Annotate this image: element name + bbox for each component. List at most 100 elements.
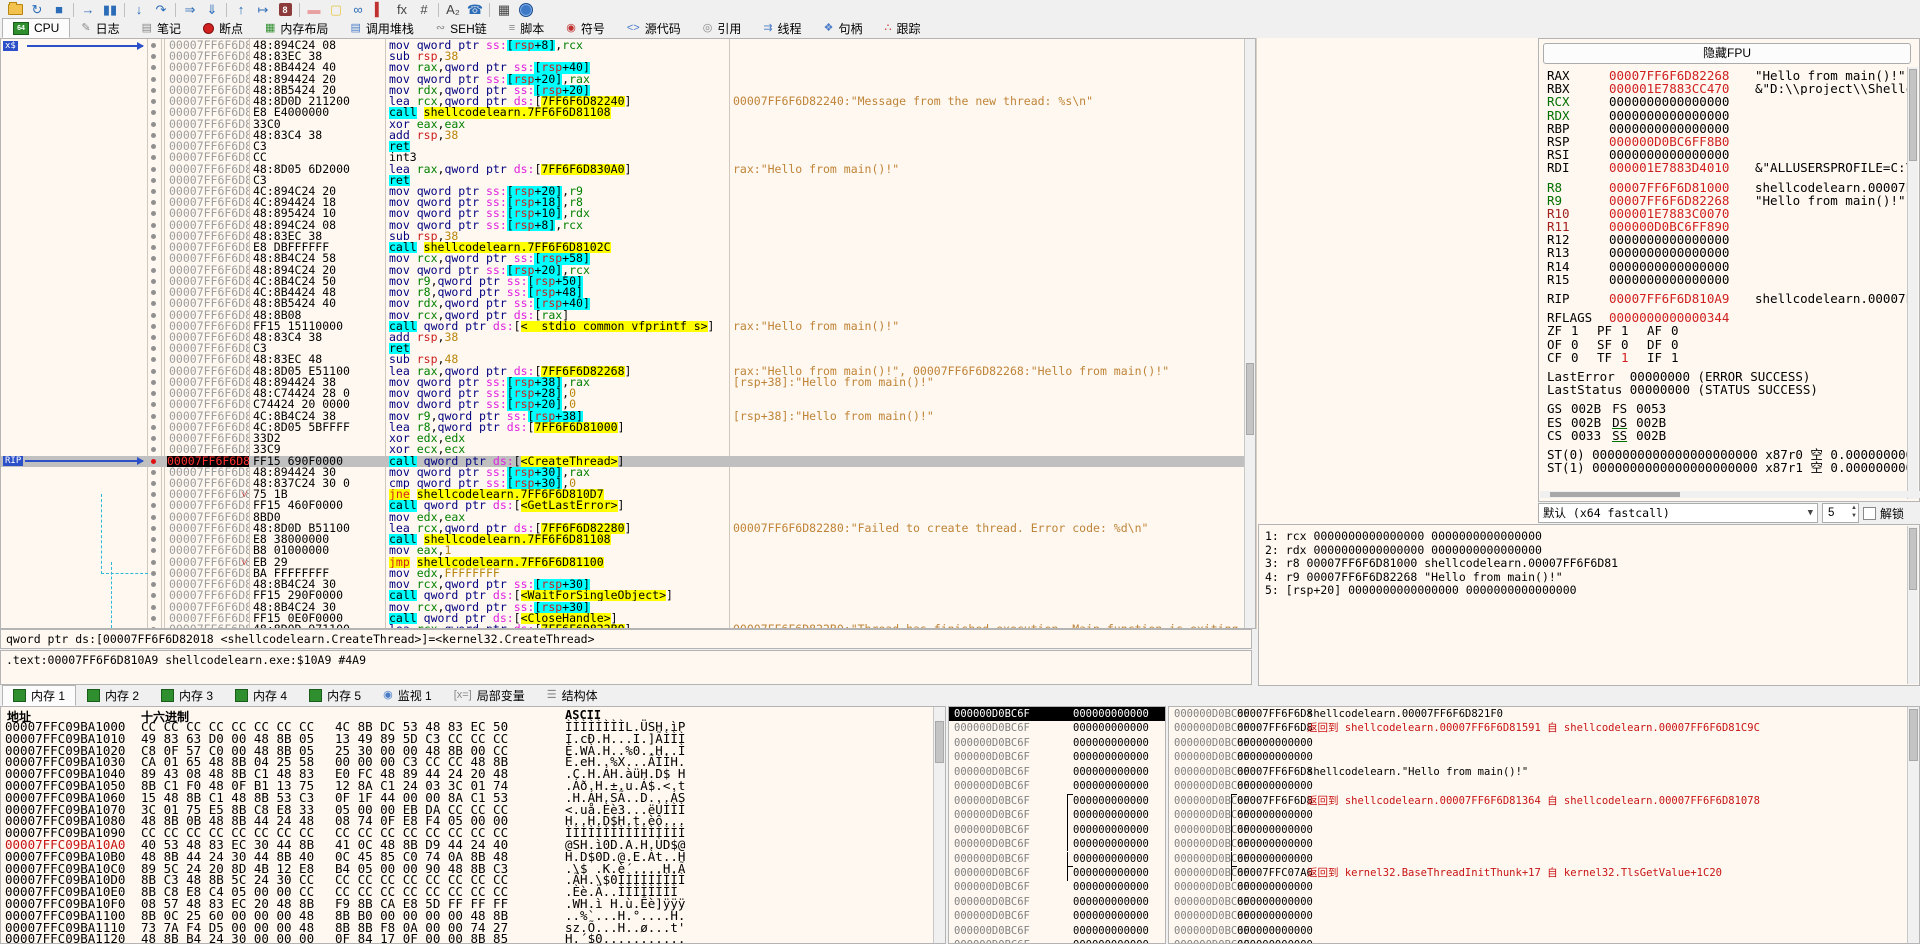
register-row[interactable]: RFLAGS0000000000000344 bbox=[1547, 311, 1907, 324]
register-row[interactable]: R120000000000000000 bbox=[1547, 233, 1907, 246]
instruction-dot-icon[interactable] bbox=[151, 380, 156, 385]
instruction-dot-icon[interactable] bbox=[151, 110, 156, 115]
register-row[interactable]: R140000000000000000 bbox=[1547, 260, 1907, 273]
disasm-row[interactable]: 00007FF6F6D8FF15 15110000call qword ptr … bbox=[1, 321, 1247, 332]
functions-icon[interactable]: fx bbox=[391, 1, 413, 18]
stack-row[interactable]: 000000D0BC6F000000000000 bbox=[1169, 880, 1919, 894]
attach-icon[interactable]: ∞ bbox=[347, 1, 369, 18]
stack-row[interactable]: 000000D0BC6F000000000000 bbox=[949, 823, 1165, 837]
stack-row[interactable]: 000000D0BC6F000000000000 bbox=[1169, 938, 1919, 944]
memory-dump-pane[interactable]: 地址十六进制ASCII00007FFC09BA1000CC CC CC CC C… bbox=[0, 706, 946, 944]
stack-row[interactable]: 000000D0BC6F000000000000 bbox=[1169, 909, 1919, 923]
instruction-dot-icon[interactable] bbox=[151, 65, 156, 70]
disasm-row[interactable]: 00007FF6F6D848:894C24 20mov qword ptr ss… bbox=[1, 265, 1247, 276]
disasm-row[interactable]: 00007FF6F6D88BD0mov edx,eax bbox=[1, 512, 1247, 523]
disasm-row[interactable]: 00007FF6F6D848:83EC 38sub rsp,38 bbox=[1, 51, 1247, 62]
argument-row[interactable]: 5: [rsp+20] 0000000000000000 00000000000… bbox=[1265, 584, 1577, 598]
argument-row[interactable]: 3: r8 00007FF6F6D81000 shellcodelearn.00… bbox=[1265, 557, 1618, 571]
stack-row[interactable]: 000000D0BC6F000000000000 bbox=[1169, 895, 1919, 909]
instruction-dot-icon[interactable] bbox=[151, 616, 156, 621]
step-over-icon[interactable]: ↷ bbox=[150, 1, 172, 18]
disasm-row[interactable]: 00007FF6F6D848:894424 20mov qword ptr ss… bbox=[1, 74, 1247, 85]
disasm-row[interactable]: 00007FF6F6D84C:8D05 5BFFFFlea r8,qword p… bbox=[1, 422, 1247, 433]
stack-row[interactable]: 000000D0BC6F000000000000 bbox=[949, 938, 1165, 944]
bottom-tab-内存 2[interactable]: 内存 2 bbox=[76, 685, 150, 706]
stack-row[interactable]: 000000D0BC6F000000000000 bbox=[949, 721, 1165, 735]
step-into-icon[interactable]: ↓ bbox=[128, 1, 150, 18]
instruction-dot-icon[interactable] bbox=[151, 503, 156, 508]
instruction-dot-icon[interactable] bbox=[151, 234, 156, 239]
instruction-dot-icon[interactable] bbox=[151, 211, 156, 216]
disasm-row[interactable]: 00007FF6F6D833C9xor ecx,ecx bbox=[1, 444, 1247, 455]
instruction-dot-icon[interactable] bbox=[151, 391, 156, 396]
stack-row[interactable]: 000000D0BC6F000000000000 bbox=[1169, 779, 1919, 793]
disasm-row[interactable]: 00007FF6F6D848:8B4C24 30mov rcx,qword pt… bbox=[1, 579, 1247, 590]
disasm-row[interactable]: 00007FF6F6D848:894C24 08mov qword ptr ss… bbox=[1, 220, 1247, 231]
instruction-dot-icon[interactable] bbox=[151, 313, 156, 318]
disasm-row[interactable]: 00007FF6F6D8C74424 20 0000mov dword ptr … bbox=[1, 399, 1247, 410]
patches-icon[interactable]: ▬ bbox=[303, 1, 325, 18]
disasm-row[interactable]: 00007FF6F6D848:83C4 38add rsp,38 bbox=[1, 332, 1247, 343]
register-row[interactable]: R800007FF6F6D81000shellcodelearn.00007FF… bbox=[1547, 181, 1907, 194]
instruction-dot-icon[interactable] bbox=[151, 335, 156, 340]
stack-row[interactable]: 000000D0BC6F000000000000 bbox=[949, 707, 1165, 721]
arguments-scrollbar[interactable] bbox=[1907, 526, 1918, 684]
instruction-dot-icon[interactable] bbox=[151, 436, 156, 441]
instruction-dot-icon[interactable] bbox=[151, 324, 156, 329]
register-row[interactable]: LastStatus 00000000 (STATUS_SUCCESS) bbox=[1547, 383, 1907, 396]
stack-row[interactable]: 000000D0BC6F000000000000 bbox=[1169, 837, 1919, 851]
bottom-tab-内存 1[interactable]: 内存 1 bbox=[2, 685, 76, 706]
disasm-row[interactable]: 00007FF6F6D8E8 E4000000call shellcodelea… bbox=[1, 107, 1247, 118]
trace-record-icon[interactable]: 8 bbox=[274, 1, 296, 18]
instruction-dot-icon[interactable] bbox=[151, 77, 156, 82]
disasm-row[interactable]: 00007FF6F6D8FF15 0E0F0000call qword ptr … bbox=[1, 613, 1247, 624]
instruction-dot-icon[interactable] bbox=[151, 560, 156, 565]
instruction-dot-icon[interactable] bbox=[151, 279, 156, 284]
instruction-dot-icon[interactable] bbox=[151, 54, 156, 59]
register-row[interactable]: ES002B DS002B bbox=[1547, 416, 1907, 429]
register-row[interactable]: ZF1PF1AF0 bbox=[1547, 324, 1907, 337]
instruction-dot-icon[interactable] bbox=[151, 369, 156, 374]
instruction-dot-icon[interactable] bbox=[151, 605, 156, 610]
instruction-dot-icon[interactable] bbox=[151, 481, 156, 486]
tab-调用堆栈[interactable]: ▤调用堆栈 bbox=[339, 18, 424, 38]
run-icon[interactable]: → bbox=[77, 1, 99, 18]
stack-row[interactable]: 000000D0BC6F00007FF6F6D8shellcodelearn.0… bbox=[1169, 707, 1919, 721]
bottom-tab-内存 5[interactable]: 内存 5 bbox=[298, 685, 372, 706]
disasm-row[interactable]: 00007FF6F6D848:8B4C24 30mov rcx,qword pt… bbox=[1, 602, 1247, 613]
register-row[interactable]: LastError 00000000 (ERROR_SUCCESS) bbox=[1547, 370, 1907, 383]
disasm-row[interactable]: 00007FF6F6D84C:8B4C24 50mov r9,qword ptr… bbox=[1, 276, 1247, 287]
bottom-tab-监视 1[interactable]: ◉监视 1 bbox=[372, 685, 443, 706]
stack-row[interactable]: 000000D0BC6F000000000000 bbox=[1169, 808, 1919, 822]
disasm-row[interactable]: 00007FF6F6D848:894424 30mov qword ptr ss… bbox=[1, 467, 1247, 478]
disasm-row[interactable]: 00007FF6F6D848:C74424 28 0mov qword ptr … bbox=[1, 388, 1247, 399]
tab-线程[interactable]: ⇉线程 bbox=[752, 18, 812, 38]
register-row[interactable]: R10000001E7883C0070 bbox=[1547, 207, 1907, 220]
instruction-dot-icon[interactable] bbox=[151, 526, 156, 531]
disasm-row[interactable]: 00007FF6F6D8˅75 1Bjne shellcodelearn.7FF… bbox=[1, 489, 1247, 500]
instruction-dot-icon[interactable] bbox=[151, 447, 156, 452]
disasm-row[interactable]: 00007FF6F6D8˅EB 29jmp shellcodelearn.7FF… bbox=[1, 557, 1247, 568]
argument-count-spinner[interactable]: 5 ▲▼ bbox=[1822, 503, 1859, 523]
instruction-dot-icon[interactable] bbox=[151, 43, 156, 48]
register-row[interactable]: RIP00007FF6F6D810A9shellcodelearn.00007F… bbox=[1547, 292, 1907, 305]
disasm-row[interactable]: 00007FF6F6D848:8B5424 20mov rdx,qword pt… bbox=[1, 85, 1247, 96]
instruction-dot-icon[interactable] bbox=[151, 537, 156, 542]
calling-convention-dropdown[interactable]: 默认 (x64 fastcall) ▼ bbox=[1538, 503, 1818, 523]
instruction-dot-icon[interactable] bbox=[151, 470, 156, 475]
tab-句柄[interactable]: ❖句柄 bbox=[813, 18, 874, 38]
execute-till-return-icon[interactable]: ↑ bbox=[230, 1, 252, 18]
stack-row[interactable]: 000000D0BC6F000000000000 bbox=[949, 852, 1165, 866]
hide-fpu-button[interactable]: 隐藏FPU bbox=[1543, 43, 1911, 64]
disasm-row[interactable]: 00007FF6F6D8FF15 460F0000call qword ptr … bbox=[1, 500, 1247, 511]
instruction-dot-icon[interactable] bbox=[151, 189, 156, 194]
disasm-row[interactable]: 00007FF6F6D8FF15 690F0000call qword ptr … bbox=[1, 456, 1247, 467]
instruction-dot-icon[interactable] bbox=[151, 122, 156, 127]
stack-row[interactable]: 000000D0BC6F000000000000 bbox=[949, 750, 1165, 764]
register-row[interactable]: RBP0000000000000000 bbox=[1547, 122, 1907, 135]
disasm-row[interactable]: 00007FF6F6D848:8D0D 211200lea rcx,qword … bbox=[1, 96, 1247, 107]
disasm-row[interactable]: 00007FF6F6D84C:8B4C24 38mov r9,qword ptr… bbox=[1, 411, 1247, 422]
font-icon[interactable]: A₂ bbox=[442, 1, 464, 18]
stack-row[interactable]: 000000D0BC6F000000000000 bbox=[949, 736, 1165, 750]
stack-row[interactable]: 000000D0BC6F000000000000 bbox=[949, 765, 1165, 779]
